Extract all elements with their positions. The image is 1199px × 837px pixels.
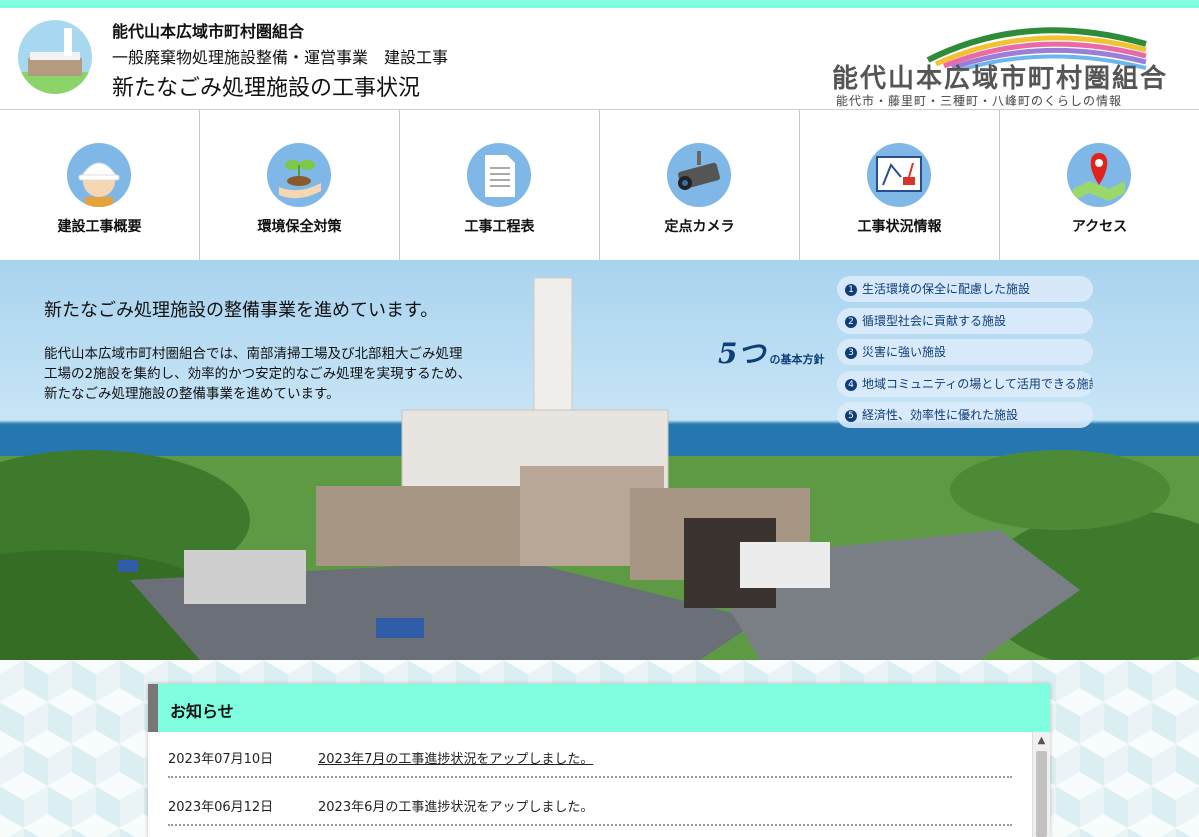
hero-heading: 新たなごみ処理施設の整備事業を進めています。: [44, 300, 439, 321]
policy-list: 1 生活環境の保全に配慮した施設 2 循環型社会に貢献する施設 3 災害に強い施設 4…: [837, 276, 1093, 434]
page-title: 新たなごみ処理施設の工事状況: [112, 76, 421, 101]
nav-item-construction-overview[interactable]: 建設工事概要: [0, 110, 200, 260]
policy-item: 1 生活環境の保全に配慮した施設: [837, 276, 1093, 302]
policy-item: 5 経済性、効率性に優れた施設: [837, 402, 1093, 428]
crane-board-icon: [867, 143, 931, 207]
hero-banner: 新たなごみ処理施設の整備事業を進めています。 能代山本広域市町村圏組合では、南部…: [0, 260, 1199, 660]
nav-label: 工事工程表: [464, 219, 535, 235]
nav-item-access[interactable]: アクセス: [1000, 110, 1199, 260]
policy-number: 5つ: [718, 337, 766, 370]
top-accent-bar: [0, 0, 1199, 8]
org-logo[interactable]: 能代山本広域市町村圏組合 能代市・藤里町・三種町・八峰町のくらしの情報: [828, 16, 1173, 108]
policy-item: 2 循環型社会に貢献する施設: [837, 307, 1093, 334]
nav-item-fixed-camera[interactable]: 定点カメラ: [600, 110, 800, 260]
news-date: 2023年06月12日: [168, 800, 274, 815]
news-date: 2023年07月10日: [168, 752, 274, 767]
worker-helmet-icon: [67, 143, 131, 207]
seedling-hand-icon: [267, 143, 331, 207]
scroll-thumb[interactable]: [1036, 751, 1047, 837]
org-name: 能代山本広域市町村圏組合: [112, 22, 305, 41]
nav-label: 建設工事概要: [57, 219, 142, 235]
news-link[interactable]: 2023年7月の工事進捗状況をアップしました。: [318, 748, 593, 767]
hero-description: 能代山本広域市町村圏組合では、南部清掃工場及び北部粗大ごみ処理工場の2施設を集約…: [44, 346, 472, 402]
news-title: お知らせ: [170, 702, 234, 721]
nav-label: 定点カメラ: [664, 219, 735, 235]
nav-item-construction-status[interactable]: 工事状況情報: [800, 110, 1000, 260]
news-list: 2023年07月10日 2023年7月の工事進捗状況をアップしました。 2023…: [148, 732, 1032, 837]
nav-label: 環境保全対策: [257, 219, 342, 235]
news-scrollbar[interactable]: ▲: [1032, 732, 1050, 837]
policy-heading: 5つ の基本方針: [718, 332, 824, 372]
scroll-up-arrow-icon[interactable]: ▲: [1033, 732, 1050, 749]
logo-tagline: 能代市・藤里町・三種町・八峰町のくらしの情報: [836, 94, 1123, 108]
news-header: お知らせ: [148, 684, 1050, 732]
policy-label: の基本方針: [769, 353, 825, 366]
news-item: 2023年07月10日 2023年7月の工事進捗状況をアップしました。: [168, 732, 1012, 778]
nav-label: アクセス: [1071, 219, 1128, 235]
news-panel: お知らせ 2023年07月10日 2023年7月の工事進捗状況をアップしました。…: [148, 684, 1050, 837]
policy-item: 3 災害に強い施設: [837, 339, 1093, 365]
policy-item: 4 地域コミュニティの場として活用できる施設: [837, 370, 1093, 397]
map-pin-icon: [1067, 143, 1131, 207]
project-name: 一般廃棄物処理施設整備・運営事業 建設工事: [112, 48, 449, 67]
site-header: 能代山本広域市町村圏組合 一般廃棄物処理施設整備・運営事業 建設工事 新たなごみ…: [0, 8, 1199, 110]
facility-logo-icon[interactable]: [18, 20, 92, 94]
nav-item-schedule[interactable]: 工事工程表: [400, 110, 600, 260]
security-camera-icon: [667, 143, 731, 207]
main-nav: 建設工事概要 環境保全対策 工事工程表 定点カメラ 工事状況情報 アクセス: [0, 110, 1199, 260]
document-icon: [467, 143, 531, 207]
nav-label: 工事状況情報: [857, 219, 942, 235]
logo-title: 能代山本広域市町村圏組合: [832, 64, 1169, 94]
nav-item-environment[interactable]: 環境保全対策: [200, 110, 400, 260]
news-link[interactable]: 2023年6月の工事進捗状況をアップしました。: [318, 796, 593, 815]
news-item: 2023年06月12日 2023年6月の工事進捗状況をアップしました。: [168, 780, 1012, 826]
